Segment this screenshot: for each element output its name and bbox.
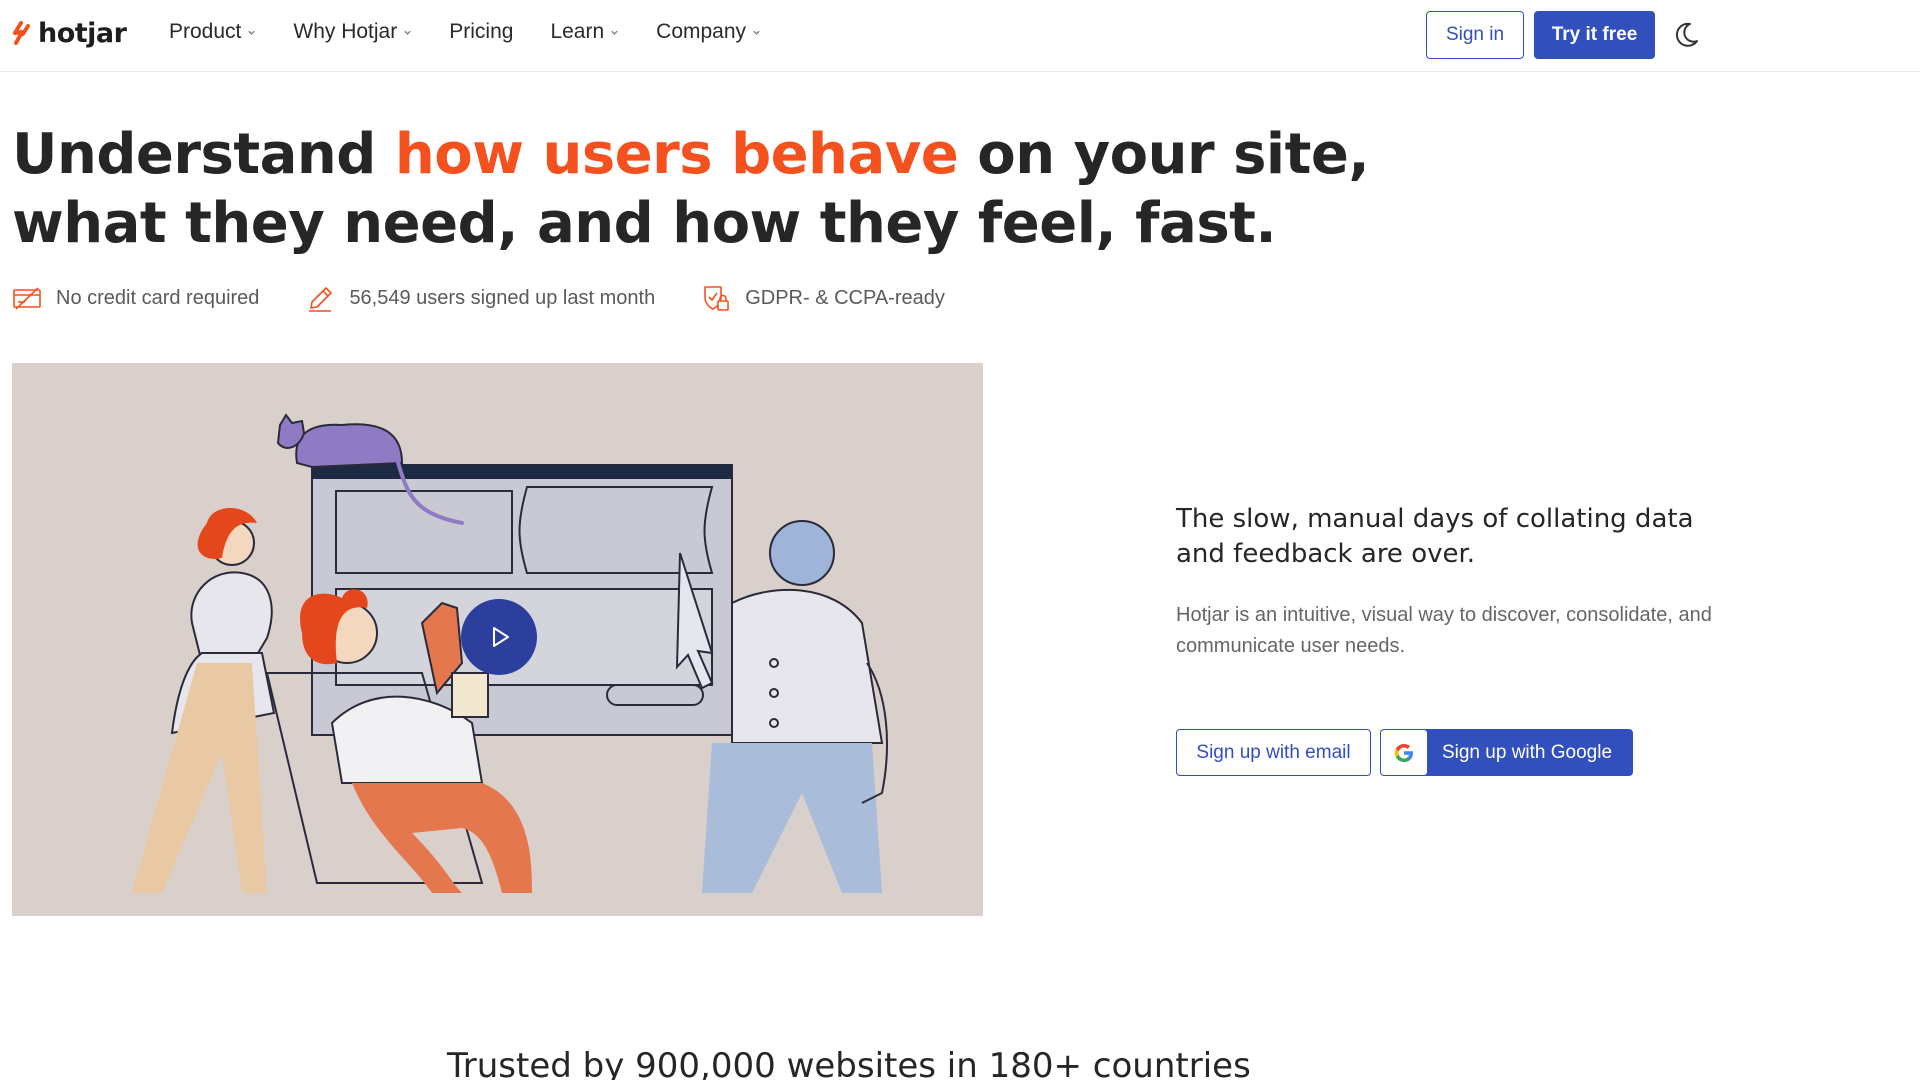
chevron-down-icon bbox=[611, 30, 618, 35]
moon-icon[interactable] bbox=[1671, 20, 1701, 50]
badge-text: No credit card required bbox=[56, 286, 260, 309]
hero-title: Understand how users behave on your site… bbox=[12, 120, 1432, 258]
sign-up-google-label: Sign up with Google bbox=[1441, 741, 1613, 763]
badge-signups: 56,549 users signed up last month bbox=[305, 283, 655, 313]
trusted-heading: Trusted by 900,000 websites in 180+ coun… bbox=[447, 1046, 1251, 1080]
side-heading: The slow, manual days of collating data … bbox=[1176, 504, 1694, 569]
chevron-down-icon bbox=[753, 30, 760, 35]
play-icon bbox=[493, 627, 509, 647]
nav-product-label: Product bbox=[169, 20, 242, 43]
hotjar-logo[interactable]: hotjar bbox=[12, 18, 127, 49]
nav-pricing-label: Pricing bbox=[449, 20, 514, 43]
hotjar-flame-icon bbox=[13, 20, 30, 45]
chevron-down-icon bbox=[248, 30, 256, 35]
badge-text: 56,549 users signed up last month bbox=[349, 286, 656, 309]
nav-pricing[interactable]: Pricing bbox=[449, 20, 513, 44]
play-video-button[interactable] bbox=[461, 599, 537, 675]
logo-text: hotjar bbox=[38, 18, 127, 49]
google-logo-container bbox=[1381, 730, 1427, 775]
credit-card-icon bbox=[13, 287, 41, 310]
badge-no-credit-card: No credit card required bbox=[12, 283, 259, 313]
chevron-down-icon bbox=[404, 30, 411, 35]
nav-company[interactable]: Company bbox=[656, 20, 761, 44]
nav-why-hotjar[interactable]: Why Hotjar bbox=[293, 20, 412, 44]
hero-title-highlight: how users behave bbox=[394, 122, 959, 187]
try-it-free-button[interactable]: Try it free bbox=[1534, 11, 1655, 59]
main-nav: Product Why Hotjar Pricing Learn Company bbox=[169, 20, 798, 44]
site-header: hotjar Product Why Hotjar Pricing Learn … bbox=[0, 0, 1920, 72]
side-description: Hotjar is an intuitive, visual way to di… bbox=[1176, 604, 1712, 657]
sign-up-google-button[interactable]: Sign up with Google bbox=[1380, 729, 1633, 776]
google-icon bbox=[1394, 743, 1413, 762]
nav-learn[interactable]: Learn bbox=[550, 20, 619, 44]
sign-in-button[interactable]: Sign in bbox=[1426, 11, 1524, 59]
badge-gdpr: GDPR- & CCPA-ready bbox=[701, 283, 945, 313]
pencil-icon bbox=[309, 287, 333, 312]
nav-why-hotjar-label: Why Hotjar bbox=[293, 20, 398, 43]
badge-text: GDPR- & CCPA-ready bbox=[745, 286, 945, 309]
nav-company-label: Company bbox=[656, 20, 747, 43]
trust-badges: No credit card required 56,549 users sig… bbox=[12, 283, 991, 313]
sign-up-email-button[interactable]: Sign up with email bbox=[1176, 729, 1371, 776]
hero-title-start: Understand bbox=[12, 122, 395, 187]
nav-product[interactable]: Product bbox=[169, 20, 256, 44]
shield-lock-icon bbox=[704, 286, 730, 311]
nav-learn-label: Learn bbox=[550, 20, 605, 43]
hero-illustration-video[interactable] bbox=[12, 363, 983, 916]
